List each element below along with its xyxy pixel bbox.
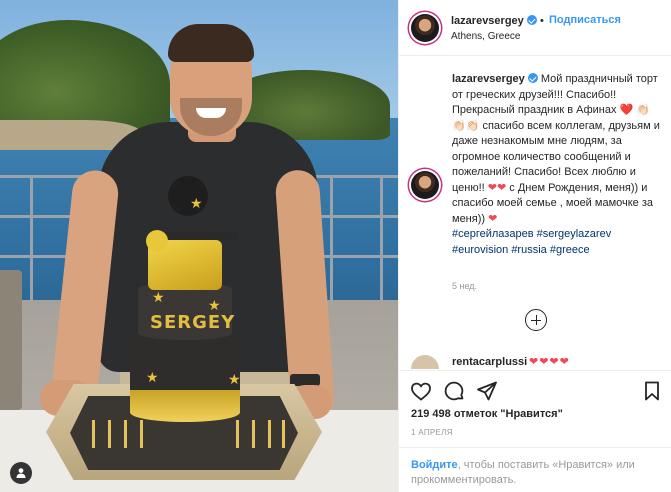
post-date: 1 АПРЕЛЯ [411, 428, 453, 437]
candle [140, 420, 143, 448]
likes-number[interactable]: 219 498 [411, 408, 451, 420]
candle [92, 420, 95, 448]
comment-icon[interactable] [442, 379, 466, 403]
caption-hearts-2: ❤❤ [487, 181, 507, 194]
comments-area[interactable]: lazarevsergey Мой праздничный торт от гр… [399, 57, 671, 369]
cake-name-text: SERGEY [150, 312, 236, 333]
verified-icon [526, 15, 537, 25]
star-icon: ★ [152, 289, 165, 305]
person-hair [168, 24, 254, 62]
candles [86, 412, 286, 452]
comment-text: ❤❤❤❤ [529, 356, 570, 368]
candle [108, 420, 111, 448]
candle [282, 420, 285, 448]
post-header: lazarevsergey • Подписаться Athens, Gree… [399, 0, 671, 56]
header-separator: • [540, 15, 544, 27]
candle [124, 420, 127, 448]
user-tag-button[interactable] [10, 462, 32, 484]
caption-hearts-3: ❤ [488, 212, 498, 225]
author-username-text[interactable]: lazarevsergey [451, 15, 524, 27]
location-link[interactable]: Athens, Greece [451, 31, 520, 42]
likes-count[interactable]: 219 498 отметок "Нравится" [411, 408, 563, 420]
bookmark-icon[interactable] [640, 379, 664, 403]
share-icon[interactable] [475, 379, 499, 403]
commenter-avatar[interactable] [411, 355, 439, 369]
candle [252, 420, 255, 448]
caption-hashtags[interactable]: #сергейлазарев #sergeylazarev #eurovisio… [452, 228, 611, 256]
login-link[interactable]: Войдите [411, 459, 458, 471]
chair [0, 270, 22, 410]
candle [236, 420, 239, 448]
caption-author-avatar[interactable] [411, 171, 439, 199]
add-comment-icon[interactable] [525, 309, 547, 331]
star-icon: ★ [228, 371, 241, 387]
login-prompt-text: Войдите, чтобы поставить «Нравится» или … [411, 458, 663, 488]
rail-post [30, 175, 33, 315]
follow-button[interactable]: Подписаться [549, 14, 621, 26]
rail-post [380, 175, 383, 315]
post-side-panel: lazarevsergey • Подписаться Athens, Gree… [398, 0, 671, 492]
star-icon: ★ [208, 297, 221, 313]
verified-icon [527, 73, 538, 83]
author-username[interactable]: lazarevsergey [451, 15, 537, 27]
login-prompt: Войдите, чтобы поставить «Нравится» или … [399, 447, 671, 492]
caption-username[interactable]: lazarevsergey [452, 73, 525, 85]
rail-post [330, 175, 333, 315]
caption-hearts-1: ❤️ [619, 104, 634, 116]
user-tag-icon [16, 468, 26, 478]
cake-topper-ball [146, 230, 168, 252]
candle [268, 420, 271, 448]
star-icon: ★ [146, 369, 159, 385]
post-photo[interactable]: SERGEY ★ ★ ★ ★ ★ [0, 0, 398, 492]
commenter-username[interactable]: rentacarplussi [452, 356, 527, 368]
heart-icon[interactable] [409, 379, 433, 403]
likes-suffix[interactable]: отметок "Нравится" [454, 408, 563, 420]
caption-age: 5 нед. [452, 281, 478, 291]
star-icon: ★ [190, 195, 203, 211]
cake-topper-stick [160, 232, 238, 240]
caption: lazarevsergey Мой праздничный торт от гр… [452, 72, 662, 258]
action-bar [399, 370, 671, 410]
comment-row: rentacarplussi ❤❤❤❤ [411, 353, 661, 369]
author-avatar[interactable] [411, 14, 439, 42]
